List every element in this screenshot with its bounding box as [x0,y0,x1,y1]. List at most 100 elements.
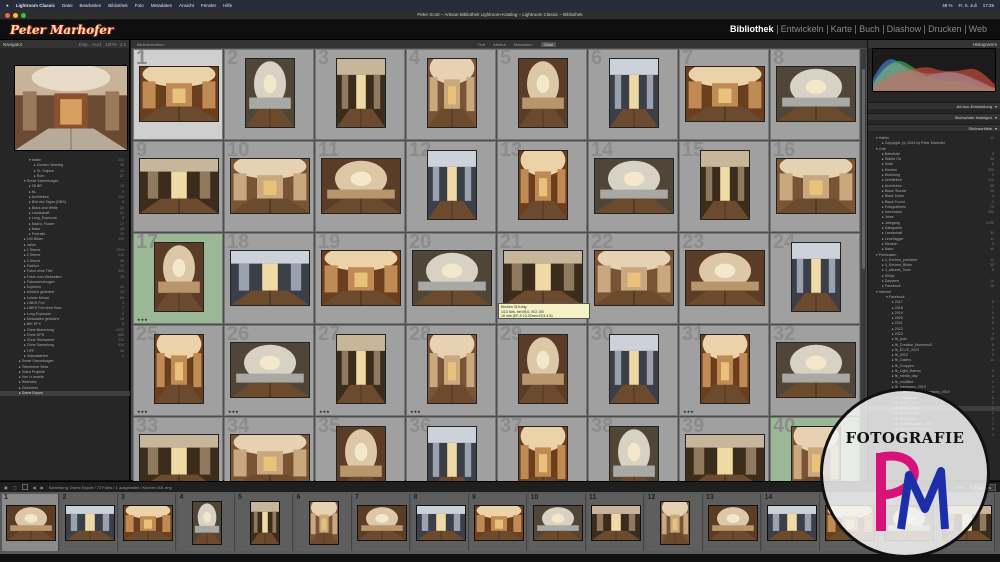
menu-item[interactable]: Bearbeiten [80,3,102,8]
filmstrip-thumbnail[interactable]: 11 [587,494,644,551]
grid-thumbnail[interactable]: 16 [770,141,860,232]
main-window-icon[interactable]: ▢ [13,485,17,490]
grid-thumbnail[interactable]: 4 [406,49,496,140]
rating-stars[interactable]: ★★★ [683,409,694,414]
filmstrip-thumbnail[interactable]: 7 [353,494,410,551]
rating-stars[interactable]: ★★★ [137,317,148,322]
grid-thumbnail[interactable]: 9 [133,141,223,232]
grid-thumbnail[interactable]: 30 [588,325,678,416]
panel-section-header[interactable]: Stichwörter festlegen ▾ [868,113,1000,120]
zoom-tab[interactable]: 1:1 [120,42,126,47]
filmstrip-thumbnail[interactable]: 12 [645,494,703,551]
status-item[interactable]: Fr. 5. Juli [958,3,976,8]
filmstrip-thumbnail[interactable]: 3 [119,494,176,551]
grid-thumbnail[interactable]: 18 [224,233,314,324]
filmstrip-thumbnail[interactable]: 4 [177,494,235,551]
module-drucken[interactable]: Drucken [925,25,966,34]
filmstrip-photo [659,501,690,545]
grid-thumbnail[interactable]: 15 [679,141,769,232]
grid-thumbnail[interactable]: 14 [588,141,678,232]
filter-tab[interactable]: Ohne [540,41,557,47]
grid-thumbnail[interactable]: 19 [315,233,405,324]
filter-tab[interactable]: Attribut [493,42,506,47]
histogram-header[interactable]: Histogramm [868,40,1000,48]
forward-arrow-icon[interactable]: ▶ [41,485,44,490]
grid-thumbnail[interactable]: 28 ★★★ [406,325,496,416]
histogram[interactable] [872,48,996,92]
menu-item[interactable]: Ansicht [179,3,194,8]
module-web[interactable]: Web [966,25,990,34]
filmstrip-thumbnail[interactable]: 14 [762,494,820,551]
grid-thumbnail[interactable]: 17 ★★★ [133,233,223,324]
module-entwickeln[interactable]: Entwickeln [778,25,828,34]
status-item[interactable]: 48 % [942,3,952,8]
rating-stars[interactable]: ★★★ [228,409,239,414]
filmstrip-thumbnail[interactable]: 5 [236,494,293,551]
rating-stars[interactable]: ★★★ [410,409,421,414]
minimize-window-button[interactable] [13,13,18,18]
grid-thumbnail[interactable]: 6 [588,49,678,140]
module-diashow[interactable]: Diashow [884,25,926,34]
collection-item[interactable]: ▸ Dome Export [0,391,130,397]
grid-thumbnail[interactable]: 29 [497,325,587,416]
navigator-header[interactable]: Navigator Einp. Ausf. 100% 1:1 [0,40,129,48]
chevron-down-icon[interactable]: ▾ [995,115,997,120]
menu-item[interactable]: Datei [62,3,73,8]
status-item[interactable]: 17:25 [983,3,994,8]
grid-thumbnail[interactable]: 31 ★★★ [679,325,769,416]
grid-thumbnail[interactable]: 13 [497,141,587,232]
grid-thumbnail[interactable]: 8 [770,49,860,140]
grid-thumbnail[interactable]: 7 [679,49,769,140]
menu-item[interactable]: Metadaten [151,3,172,8]
grid-thumbnail[interactable]: 12 [406,141,496,232]
module-karte[interactable]: Karte [828,25,857,34]
filmstrip-thumbnail[interactable]: 13 [704,494,761,551]
rating-stars[interactable]: ★★★ [319,409,330,414]
apple-icon[interactable]: ● [6,3,9,8]
filmstrip-thumbnail[interactable]: 6 [294,494,352,551]
filmstrip-thumbnail[interactable]: 10 [528,494,586,551]
chevron-down-icon[interactable]: ▾ [995,104,997,109]
grid-thumbnail[interactable]: 24 [770,233,860,324]
grid-thumbnail[interactable]: 23 [679,233,769,324]
filter-tab[interactable]: Metadaten [514,42,533,47]
filmstrip-thumbnail[interactable]: 8 [411,494,469,551]
grid-thumbnail[interactable]: 5 [497,49,587,140]
grid-thumbnail[interactable]: 11 [315,141,405,232]
back-arrow-icon[interactable]: ◀ [33,485,36,490]
zoom-tab[interactable]: 100% [105,42,117,47]
grid-thumbnail[interactable]: 2 [224,49,314,140]
grid-thumbnail[interactable]: 20 [406,233,496,324]
zoom-tab[interactable]: Einp. [79,42,89,47]
filmstrip-thumbnail[interactable]: 9 [470,494,527,551]
zoom-window-button[interactable] [21,13,26,18]
module-buch[interactable]: Buch [856,25,884,34]
grid-thumbnail[interactable]: 26 ★★★ [224,325,314,416]
grid-thumbnail[interactable]: 25 ★★★ [133,325,223,416]
menu-item[interactable]: Hilfe [223,3,232,8]
grid-thumbnail[interactable]: 22 [588,233,678,324]
rating-stars[interactable]: ★★★ [137,409,148,414]
menu-item[interactable]: Bibliothek [108,3,128,8]
grid-thumbnail[interactable]: 3 [315,49,405,140]
filmstrip-source-info[interactable]: Sammlung: Dome Export / 72 Fotos / 1 aus… [49,485,172,490]
secondary-window-icon[interactable]: ▣ [4,485,8,490]
scrollbar-thumb[interactable] [862,69,865,269]
grid-thumbnail[interactable]: 27 ★★★ [315,325,405,416]
close-window-button[interactable] [5,13,10,18]
grid-toggle-icon[interactable] [21,484,28,490]
grid-thumbnail[interactable]: 1 [133,49,223,140]
chevron-down-icon[interactable]: ▾ [995,126,997,131]
filter-tab[interactable]: Text [478,42,485,47]
panel-section-header[interactable]: Stichwortliste ▾ [868,124,1000,131]
navigator-preview[interactable] [14,65,128,151]
module-bibliothek[interactable]: Bibliothek [727,25,778,34]
panel-section-header[interactable]: Ad-hoc-Entwicklung ▾ [868,102,1000,109]
filmstrip-thumbnail[interactable]: 2 [60,494,118,551]
menu-item[interactable]: Fenster [201,3,216,8]
menu-item[interactable]: Foto [135,3,144,8]
grid-thumbnail[interactable]: 10 [224,141,314,232]
app-menu[interactable]: Lightroom Classic [16,3,55,8]
filmstrip-thumbnail[interactable]: 1 [2,494,59,551]
zoom-tab[interactable]: Ausf. [92,42,102,47]
